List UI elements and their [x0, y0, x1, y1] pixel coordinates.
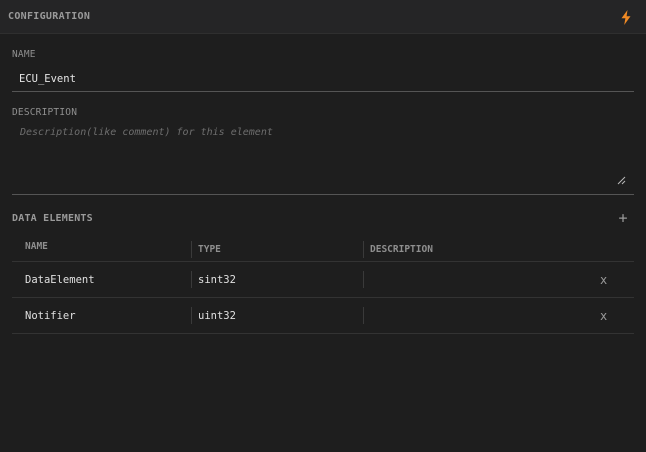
add-data-element-button[interactable]: +	[615, 210, 631, 226]
element-name-cell[interactable]: Notifier	[25, 298, 190, 333]
name-label: NAME	[12, 49, 36, 60]
element-name-cell[interactable]: DataElement	[25, 262, 190, 297]
element-description-cell[interactable]	[363, 307, 592, 324]
table-row[interactable]: DataElement sint32 x	[12, 262, 634, 298]
column-header-actions	[593, 239, 634, 255]
table-header-row: NAME TYPE DESCRIPTION	[12, 232, 634, 262]
name-input[interactable]	[12, 66, 634, 92]
column-header-name: NAME	[25, 241, 48, 252]
panel-title: CONFIGURATION	[8, 11, 91, 22]
delete-row-button[interactable]: x	[600, 298, 607, 333]
description-label: DESCRIPTION	[12, 107, 78, 118]
description-textarea[interactable]	[12, 122, 634, 195]
element-type-cell[interactable]: uint32	[191, 307, 362, 324]
column-header-description: DESCRIPTION	[363, 241, 592, 258]
element-description-cell[interactable]	[363, 271, 592, 288]
delete-row-button[interactable]: x	[600, 262, 607, 297]
column-header-type: TYPE	[191, 241, 362, 258]
data-elements-table: NAME TYPE DESCRIPTION DataElement sint32…	[12, 232, 634, 334]
lightning-bolt-icon[interactable]	[620, 10, 632, 25]
element-type-cell[interactable]: sint32	[191, 271, 362, 288]
resize-handle-icon[interactable]	[617, 176, 626, 185]
configuration-header: CONFIGURATION	[0, 0, 646, 34]
data-elements-title: DATA ELEMENTS	[12, 213, 93, 224]
table-row[interactable]: Notifier uint32 x	[12, 298, 634, 334]
